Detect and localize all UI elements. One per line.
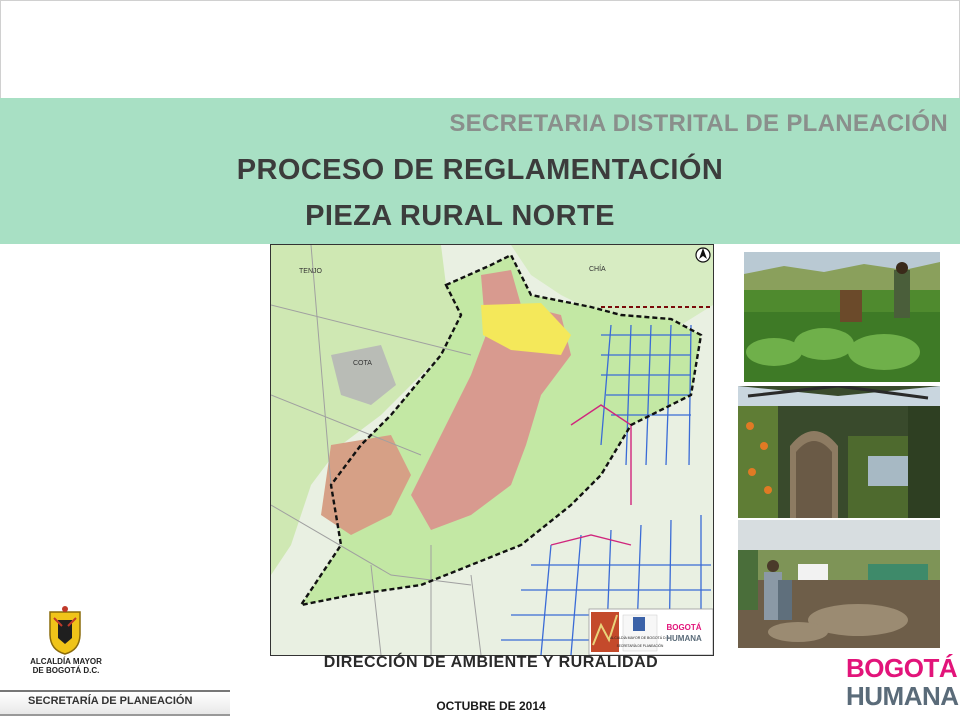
title-banner: SECRETARIA DISTRITAL DE PLANEACIÓN PROCE…	[0, 98, 960, 244]
bogota-humana-logo: BOGOTÁ HUMANA	[846, 652, 959, 714]
page-title-line1: PROCESO DE REGLAMENTACIÓN	[236, 154, 724, 186]
photo-community-visit	[738, 520, 940, 648]
map-logo-bogota: BOGOTÁ	[666, 623, 701, 632]
photo-greenhouse-gate	[738, 386, 940, 518]
bogota-logo-line1: BOGOTÁ	[846, 653, 958, 683]
map-logo-secretaria: SECRETARÍA DE PLANEACIÓN	[617, 643, 664, 648]
secretaria-label: SECRETARÍA DE PLANEACIÓN	[28, 695, 193, 707]
alcaldia-line1: ALCALDÍA MAYOR	[30, 657, 102, 666]
bogota-logo-line2: HUMANA	[846, 681, 959, 711]
north-arrow-icon	[695, 247, 711, 263]
zoning-map: TENJO CHÍA COTA ALCALDÍA MAYOR DE BOGOTÁ…	[270, 244, 714, 656]
date-label: OCTUBRE DE 2014	[436, 699, 546, 713]
photo-field-workers	[744, 252, 940, 382]
map-label-tenjo: TENJO	[299, 268, 323, 275]
map-logo-humana: HUMANA	[666, 634, 702, 643]
top-frame	[0, 0, 960, 99]
secretaria-footer-bar: SECRETARÍA DE PLANEACIÓN	[0, 690, 250, 720]
alcaldia-line2: DE BOGOTÁ D.C.	[32, 666, 100, 675]
map-label-cota: COTA	[353, 360, 372, 367]
organization-title: SECRETARIA DISTRITAL DE PLANEACIÓN	[449, 110, 948, 137]
map-label-chia: CHÍA	[589, 264, 606, 273]
bogota-coat-of-arms-icon	[40, 604, 90, 656]
page-title-line2: PIEZA RURAL NORTE	[305, 200, 615, 232]
map-logo-alcaldia: ALCALDÍA MAYOR DE BOGOTÁ D.C.	[610, 636, 670, 640]
department-name: DIRECCIÓN DE AMBIENTE Y RURALIDAD	[323, 654, 659, 671]
alcaldia-label: ALCALDÍA MAYOR DE BOGOTÁ D.C.	[20, 657, 112, 675]
